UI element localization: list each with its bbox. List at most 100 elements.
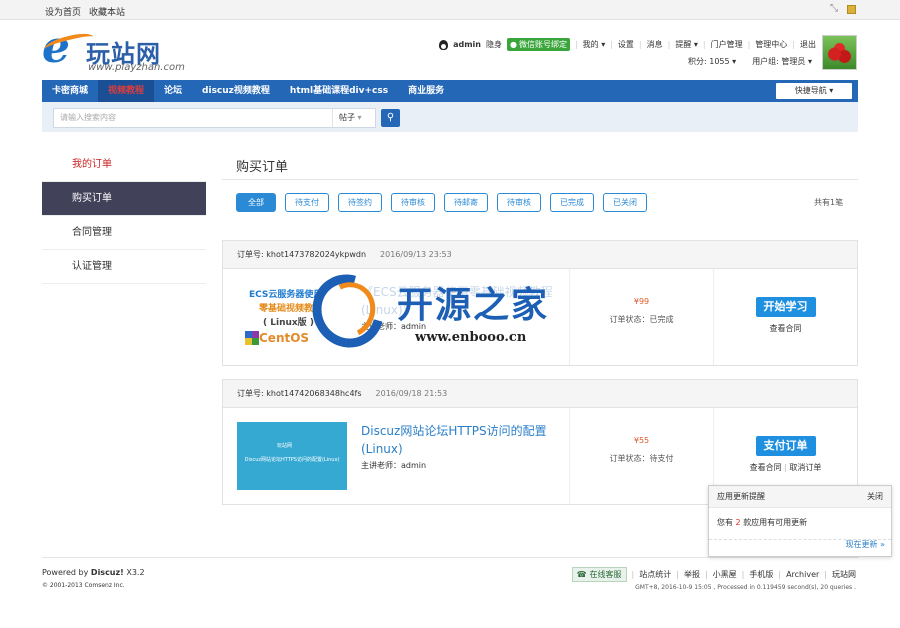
- order-price: ¥55: [633, 436, 650, 445]
- my-menu[interactable]: 我的 ▾: [583, 39, 606, 50]
- expand-icon[interactable]: ⤡: [830, 4, 838, 14]
- sidebar-item-purchase-orders[interactable]: 购买订单: [42, 182, 206, 216]
- popup-close-button[interactable]: 关闭: [867, 486, 883, 507]
- cancel-order-link[interactable]: 取消订单: [789, 463, 821, 472]
- order-number-value: khot1473782024ykpwdn: [266, 250, 367, 259]
- divider: |: [610, 40, 613, 49]
- nav-item-html-course[interactable]: html基础课程div+css: [280, 80, 398, 102]
- price-column: ¥99 订单状态：已完成: [569, 269, 713, 365]
- order-number: 订单号: khot1473782024ykpwdn: [237, 241, 366, 268]
- admin-center-link[interactable]: 管理中心: [755, 39, 787, 50]
- divider: |: [631, 570, 635, 579]
- my-menu-label: 我的: [582, 40, 599, 49]
- quick-nav-button[interactable]: 快捷导航 ▾: [776, 83, 852, 99]
- portal-admin-link[interactable]: 门户管理: [711, 39, 743, 50]
- messages-link[interactable]: 消息: [647, 39, 663, 50]
- logo-url: www.playzhan.com: [88, 62, 185, 73]
- filter-pending-payment[interactable]: 待支付: [285, 193, 329, 212]
- update-reminder-popup: 应用更新提醒 关闭 您有 2 款应用有可用更新 现在更新 »: [708, 485, 892, 557]
- update-now-link[interactable]: 现在更新 »: [846, 539, 885, 550]
- start-learning-button[interactable]: 开始学习: [755, 297, 816, 317]
- top-bar: 设为首页 收藏本站 ⤡: [0, 0, 900, 20]
- divider: |: [792, 40, 795, 49]
- filter-pending-review[interactable]: 待审核: [391, 193, 435, 212]
- filter-all[interactable]: 全部: [236, 193, 276, 212]
- divider: |: [574, 40, 578, 49]
- divider: |: [702, 40, 706, 49]
- thumb-line: 玩站网: [277, 443, 293, 449]
- price-column: ¥55 订单状态：待支付: [569, 408, 713, 504]
- course-title-link[interactable]: Discuz网站论坛HTTPS访问的配置(Linux): [361, 422, 561, 458]
- avatar[interactable]: [822, 35, 857, 70]
- wechat-icon: ●: [509, 40, 517, 49]
- filter-pending-review-2[interactable]: 待审核: [497, 193, 541, 212]
- reminders-label: 提醒: [675, 40, 692, 49]
- site-logo[interactable]: e 玩站网 www.playzhan.com: [42, 26, 202, 76]
- chevron-down-icon: ▾: [601, 40, 606, 49]
- order-header: 订单号: khot14742068348hc4fs 2016/09/18 21:…: [223, 380, 857, 408]
- view-contract-link[interactable]: 查看合同: [750, 463, 782, 472]
- logout-link[interactable]: 退出: [800, 39, 816, 50]
- order-number-label: 订单号:: [237, 389, 264, 398]
- footer-link-blackroom[interactable]: 小黑屋: [713, 569, 737, 580]
- points-menu[interactable]: 积分: 1055 ▾: [688, 56, 736, 67]
- order-price: ¥99: [633, 297, 650, 306]
- filter-pending-sign[interactable]: 待签约: [338, 193, 382, 212]
- user-bar: admin 隐身 ● 微信账号绑定 | 我的 ▾ | 设置 | 消息 | 提醒 ▾…: [439, 38, 816, 51]
- username-link[interactable]: admin: [453, 40, 481, 49]
- watermark-url: www.enbooo.cn: [415, 330, 527, 345]
- footer-link-report[interactable]: 举报: [684, 569, 700, 580]
- filter-pending-mail[interactable]: 待邮寄: [444, 193, 488, 212]
- footer-link-site[interactable]: 玩站网: [832, 569, 856, 580]
- view-contract-link[interactable]: 查看合同: [770, 324, 802, 333]
- set-home-link[interactable]: 设为首页: [45, 5, 81, 18]
- watermark-logo: 开源之家 www.enbooo.cn: [299, 261, 583, 361]
- course-thumbnail[interactable]: 玩站网 Discuz网站论坛HTTPS访问的配置(Linux): [237, 422, 347, 490]
- thumb-line: ECS云服务器使用: [249, 290, 323, 300]
- popup-text-post: 款应用有可用更新: [743, 518, 808, 527]
- divider: |: [824, 570, 827, 579]
- sidebar-item-contracts[interactable]: 合同管理: [42, 216, 206, 250]
- points-label: 积分: 1055: [688, 57, 730, 66]
- powered-by: Powered by Discuz! X3.2: [42, 568, 145, 577]
- nav-item-video-tutorials[interactable]: 视频教程: [98, 80, 155, 102]
- search-input[interactable]: 请输入搜索内容: [53, 108, 333, 128]
- user-group-menu[interactable]: 用户组: 管理员 ▾: [752, 56, 812, 67]
- sidebar: 我的订单 购买订单 合同管理 认证管理: [42, 148, 206, 284]
- online-service-button[interactable]: ☎ 在线客服: [571, 567, 627, 582]
- search-type-select[interactable]: 帖子 ▾: [332, 108, 376, 128]
- app-icon[interactable]: [847, 4, 856, 14]
- search-icon: ⚲: [386, 112, 395, 123]
- wechat-bind-button[interactable]: ● 微信账号绑定: [506, 38, 570, 51]
- search-bar: 请输入搜索内容 帖子 ▾ ⚲: [42, 102, 858, 132]
- wechat-label: 微信账号绑定: [518, 40, 567, 49]
- order-number-label: 订单号:: [237, 250, 264, 259]
- thumb-line: Discuz网站论坛HTTPS访问的配置(Linux): [244, 457, 340, 463]
- filter-completed[interactable]: 已完成: [550, 193, 594, 212]
- filter-closed[interactable]: 已关闭: [603, 193, 647, 212]
- headset-icon: ☎: [576, 570, 587, 579]
- nav-item-business[interactable]: 商业服务: [398, 80, 454, 102]
- search-button[interactable]: ⚲: [381, 109, 400, 127]
- divider: |: [778, 570, 782, 579]
- discuz-link[interactable]: Discuz!: [91, 568, 124, 577]
- discuz-version: X3.2: [126, 568, 145, 577]
- nav-item-forum[interactable]: 论坛: [154, 80, 192, 102]
- order-filters: 全部 待支付 待签约 待审核 待邮寄 待审核 已完成 已关闭: [236, 193, 647, 212]
- bookmark-link[interactable]: 收藏本站: [89, 5, 125, 18]
- sidebar-item-my-orders[interactable]: 我的订单: [42, 148, 206, 182]
- footer-link-mobile[interactable]: 手机版: [749, 569, 773, 580]
- nav-item-discuz-videos[interactable]: discuz视频教程: [192, 80, 280, 102]
- footer-link-stats[interactable]: 站点统计: [639, 569, 671, 580]
- footer-link-archiver[interactable]: Archiver: [786, 570, 819, 579]
- reminders-menu[interactable]: 提醒 ▾: [675, 39, 698, 50]
- pay-order-button[interactable]: 支付订单: [755, 436, 816, 456]
- sidebar-item-certification[interactable]: 认证管理: [42, 250, 206, 284]
- popup-body: 您有 2 款应用有可用更新: [709, 508, 891, 540]
- divider: [42, 557, 858, 558]
- settings-link[interactable]: 设置: [618, 39, 634, 50]
- page-title: 购买订单: [236, 160, 289, 175]
- nav-item-card-shop[interactable]: 卡密商城: [42, 80, 98, 102]
- invisible-toggle[interactable]: 隐身: [486, 39, 502, 50]
- online-service-label: 在线客服: [589, 570, 622, 579]
